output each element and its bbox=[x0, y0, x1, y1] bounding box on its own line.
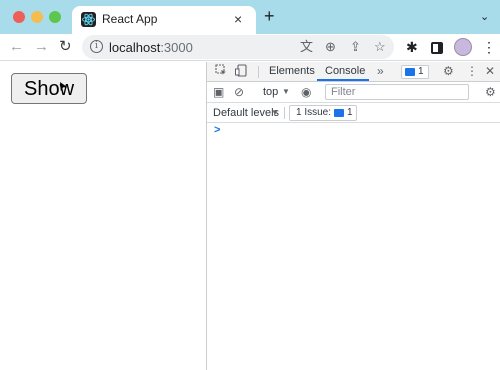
tab-search-icon[interactable]: ⌄ bbox=[480, 10, 489, 23]
filter-input[interactable]: Filter bbox=[325, 84, 469, 100]
divider bbox=[284, 107, 285, 119]
inspect-element-icon[interactable] bbox=[215, 64, 227, 80]
react-icon bbox=[81, 12, 96, 27]
tab-elements[interactable]: Elements bbox=[269, 65, 315, 77]
new-tab-button[interactable]: + bbox=[264, 7, 275, 25]
console-prompt-icon[interactable]: > bbox=[214, 124, 220, 136]
browser-window: React App × + ⌄ ← → ↻ i localhost:3000 文… bbox=[0, 0, 500, 370]
bookmark-star-icon[interactable]: ☆ bbox=[374, 39, 386, 54]
page-viewport: Show bbox=[0, 62, 206, 370]
issues-button[interactable]: 1 Issue: 1 bbox=[289, 105, 357, 121]
browser-toolbar: ← → ↻ i localhost:3000 文 ⊕ ⇪ ☆ ✱ ⋮ bbox=[0, 34, 500, 61]
close-devtools-icon[interactable]: ✕ bbox=[485, 64, 495, 79]
url-host: localhost bbox=[109, 40, 161, 55]
tab-console[interactable]: Console bbox=[325, 65, 365, 77]
chevron-down-icon[interactable]: ▼ bbox=[282, 87, 290, 96]
close-tab-icon[interactable]: × bbox=[234, 11, 242, 27]
console-toolbar: ▣ ⊘ top ▼ ◉ Filter ⚙ bbox=[207, 82, 500, 103]
translate-icon[interactable]: 文 bbox=[300, 39, 313, 54]
issues-count: 1 bbox=[347, 107, 353, 118]
divider bbox=[258, 66, 259, 78]
console-sidebar-icon[interactable]: ▣ bbox=[213, 85, 224, 100]
console-levels-bar: Default levels ▼ 1 Issue: 1 bbox=[207, 103, 500, 123]
filter-placeholder: Filter bbox=[331, 86, 356, 98]
tab-strip: React App × + ⌄ bbox=[0, 0, 500, 34]
message-icon bbox=[334, 109, 344, 117]
back-button[interactable]: ← bbox=[9, 38, 24, 56]
close-window-button[interactable] bbox=[13, 11, 25, 23]
settings-gear-icon[interactable]: ⚙ bbox=[443, 64, 454, 79]
more-tabs-icon[interactable]: » bbox=[377, 64, 384, 78]
side-panel-icon[interactable] bbox=[431, 42, 443, 54]
log-levels-dropdown[interactable]: Default levels bbox=[213, 107, 279, 119]
devtools-panel: Elements Console » 1 ⚙ ⋮ ✕ ▣ ⊘ top ▼ ◉ F… bbox=[206, 62, 500, 370]
message-icon bbox=[405, 68, 415, 76]
reload-button[interactable]: ↻ bbox=[59, 38, 72, 56]
issues-badge[interactable]: 1 bbox=[401, 65, 429, 79]
issues-badge-count: 1 bbox=[418, 66, 424, 77]
context-selector[interactable]: top bbox=[263, 86, 278, 98]
active-tab-indicator bbox=[317, 79, 369, 81]
tab-title: React App bbox=[102, 12, 158, 26]
profile-avatar[interactable] bbox=[454, 38, 472, 56]
live-expression-eye-icon[interactable]: ◉ bbox=[301, 85, 311, 100]
forward-button[interactable]: → bbox=[34, 38, 49, 56]
address-bar[interactable]: i localhost:3000 文 ⊕ ⇪ ☆ bbox=[82, 35, 394, 59]
browser-menu-icon[interactable]: ⋮ bbox=[482, 39, 496, 55]
device-toolbar-icon[interactable] bbox=[235, 64, 247, 81]
customize-menu-icon[interactable]: ⋮ bbox=[466, 64, 478, 79]
url-port: :3000 bbox=[160, 40, 193, 55]
site-info-icon[interactable]: i bbox=[90, 40, 103, 53]
console-settings-gear-icon[interactable]: ⚙ bbox=[485, 85, 496, 100]
zoom-icon[interactable]: ⊕ bbox=[325, 39, 336, 54]
show-button[interactable]: Show bbox=[11, 73, 87, 104]
clear-console-icon[interactable]: ⊘ bbox=[234, 85, 244, 100]
share-icon[interactable]: ⇪ bbox=[350, 39, 361, 54]
extensions-icon[interactable]: ✱ bbox=[406, 39, 418, 55]
url-text[interactable]: localhost:3000 bbox=[109, 40, 193, 55]
issues-label: 1 Issue: bbox=[296, 107, 332, 118]
tab-react-app[interactable]: React App × bbox=[72, 6, 256, 34]
devtools-tab-bar: Elements Console » 1 ⚙ ⋮ ✕ bbox=[207, 62, 500, 82]
chevron-down-icon[interactable]: ▼ bbox=[271, 108, 279, 117]
minimize-window-button[interactable] bbox=[31, 11, 43, 23]
zoom-window-button[interactable] bbox=[49, 11, 61, 23]
